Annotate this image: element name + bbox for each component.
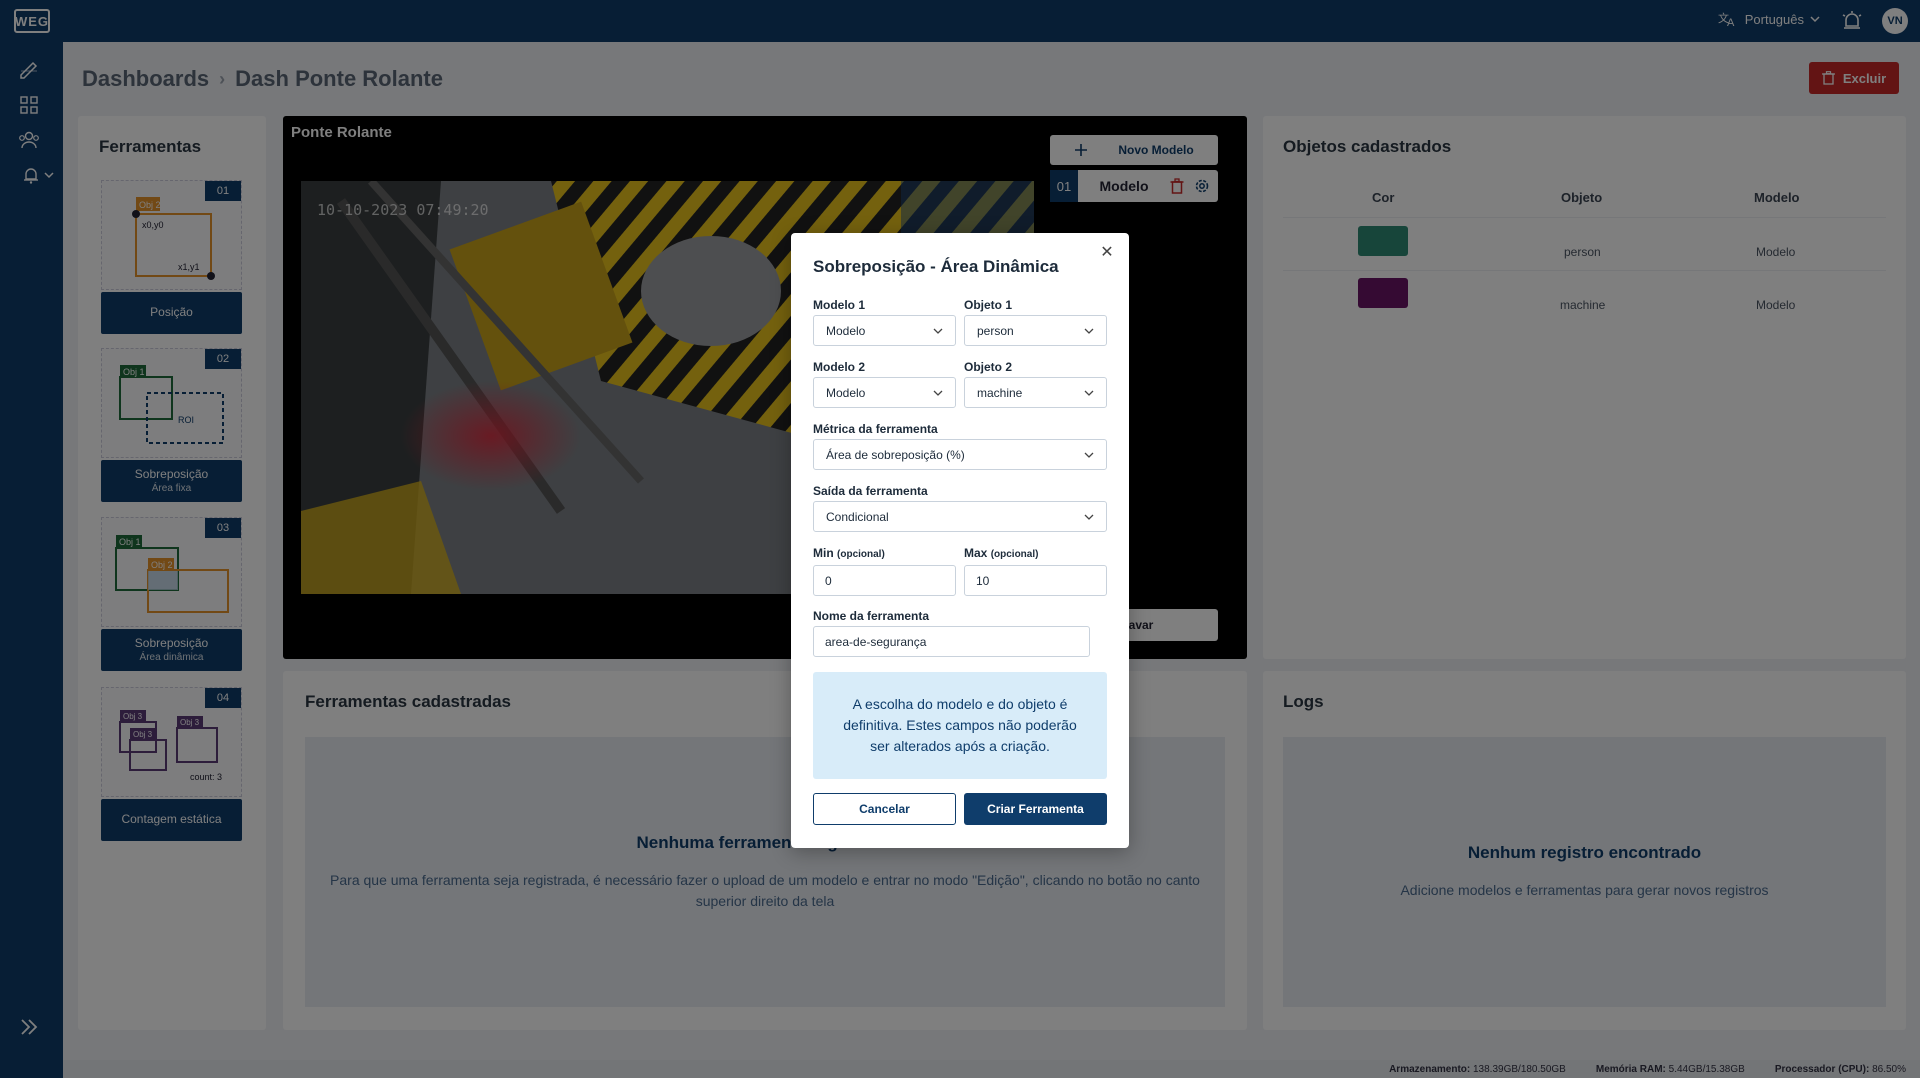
- modal-title: Sobreposição - Área Dinâmica: [813, 257, 1059, 276]
- object2-label: Objeto 2: [964, 360, 1013, 374]
- tool-name-input[interactable]: [813, 626, 1090, 657]
- max-label: Max (opcional): [964, 546, 1038, 560]
- metric-value: Área de sobreposição (%): [826, 447, 965, 462]
- max-label-text: Max: [964, 546, 988, 560]
- output-select[interactable]: Condicional: [813, 501, 1107, 532]
- object1-select[interactable]: person: [964, 315, 1107, 346]
- cancel-button[interactable]: Cancelar: [813, 793, 956, 825]
- create-tool-button[interactable]: Criar Ferramenta: [964, 793, 1107, 825]
- object2-value: machine: [977, 385, 1023, 400]
- object1-label: Objeto 1: [964, 298, 1013, 312]
- model2-select[interactable]: Modelo: [813, 377, 956, 408]
- output-value: Condicional: [826, 509, 889, 524]
- metric-select[interactable]: Área de sobreposição (%): [813, 439, 1107, 470]
- create-tool-modal: ✕ Sobreposição - Área Dinâmica Modelo 1 …: [791, 233, 1129, 848]
- info-message: A escolha do modelo e do objeto é defini…: [813, 672, 1107, 779]
- chevron-down-icon: [1084, 390, 1094, 396]
- model2-label: Modelo 2: [813, 360, 866, 374]
- model1-label: Modelo 1: [813, 298, 866, 312]
- chevron-down-icon: [933, 390, 943, 396]
- max-input[interactable]: [964, 565, 1107, 596]
- min-input[interactable]: [813, 565, 956, 596]
- metric-label: Métrica da ferramenta: [813, 422, 938, 436]
- model1-select[interactable]: Modelo: [813, 315, 956, 346]
- model1-value: Modelo: [826, 323, 866, 338]
- min-hint: (opcional): [837, 549, 885, 560]
- close-icon[interactable]: ✕: [1099, 245, 1115, 261]
- chevron-down-icon: [1084, 452, 1094, 458]
- object2-select[interactable]: machine: [964, 377, 1107, 408]
- max-hint: (opcional): [990, 549, 1039, 560]
- tool-name-label: Nome da ferramenta: [813, 609, 930, 623]
- chevron-down-icon: [1084, 514, 1094, 520]
- object1-value: person: [977, 323, 1014, 338]
- min-label: Min (opcional): [813, 546, 885, 560]
- chevron-down-icon: [1084, 328, 1094, 334]
- model2-value: Modelo: [826, 385, 866, 400]
- min-label-text: Min: [813, 546, 834, 560]
- chevron-down-icon: [933, 328, 943, 334]
- output-label: Saída da ferramenta: [813, 484, 928, 498]
